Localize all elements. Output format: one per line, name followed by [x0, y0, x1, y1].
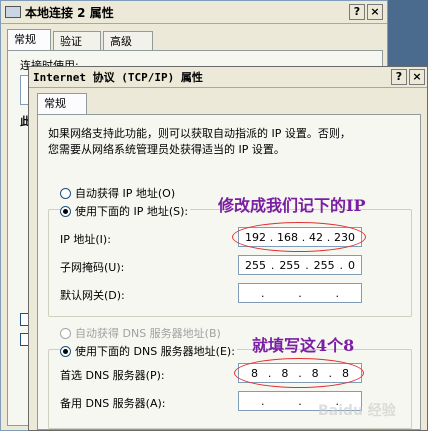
gateway-label: 默认网关(D): — [60, 289, 125, 302]
ip-annotation: 修改成我们记下的IP — [218, 196, 366, 215]
dns-annotation: 就填写这4个8 — [252, 336, 355, 355]
auto-dns-label: 自动获得 DNS 服务器地址(B) — [75, 327, 221, 340]
mask-octet-1: 255 — [245, 258, 266, 272]
subnet-mask-label: 子网掩码(U): — [60, 261, 125, 274]
manual-dns-option[interactable]: 使用下面的 DNS 服务器地址(E): — [60, 343, 237, 359]
manual-ip-label: 使用下面的 IP 地址(S): — [75, 205, 189, 218]
manual-dns-label: 使用下面的 DNS 服务器地址(E): — [75, 345, 235, 358]
baidu-watermark: Baidu 经验 — [318, 403, 396, 419]
mask-octet-2: 255 — [279, 258, 301, 272]
manual-dns-radio[interactable] — [60, 345, 71, 357]
ip-address-label: IP 地址(I): — [60, 233, 111, 246]
description-line-1: 如果网络支持此功能，则可以获取自动指派的 IP 设置。否则， — [48, 127, 351, 140]
manual-ip-radio[interactable] — [60, 205, 71, 217]
front-general-panel: 如果网络支持此功能，则可以获取自动指派的 IP 设置。否则， 您需要从网络系统管… — [37, 114, 421, 430]
ip-highlight-ellipse — [232, 222, 366, 252]
tab-general[interactable]: 常规 — [7, 29, 51, 51]
back-close-button[interactable]: × — [367, 4, 383, 20]
mask-octet-3: 255 — [313, 258, 335, 272]
front-window-title: Internet 协议 (TCP/IP) 属性 — [33, 71, 203, 84]
auto-dns-radio[interactable] — [60, 327, 71, 339]
gateway-input[interactable]: ... — [238, 283, 362, 303]
preferred-dns-label: 首选 DNS 服务器(P): — [60, 369, 165, 382]
front-close-button[interactable]: × — [409, 69, 425, 85]
tab-advanced[interactable]: 高级 — [103, 31, 153, 51]
tab-front-general[interactable]: 常规 — [37, 93, 87, 115]
auto-ip-label: 自动获得 IP 地址(O) — [75, 187, 176, 200]
tab-authentication[interactable]: 验证 — [53, 31, 101, 51]
manual-ip-option[interactable]: 使用下面的 IP 地址(S): — [60, 203, 191, 219]
auto-dns-option[interactable]: 自动获得 DNS 服务器地址(B) — [60, 325, 221, 341]
auto-ip-radio[interactable] — [60, 187, 71, 199]
back-window-title: 本地连接 2 属性 — [25, 5, 114, 20]
front-help-button[interactable]: ? — [391, 69, 407, 85]
back-window-titlebar[interactable]: 本地连接 2 属性 ? × — [1, 1, 387, 24]
auto-ip-option[interactable]: 自动获得 IP 地址(O) — [60, 185, 175, 201]
tcpip-properties-window: Internet 协议 (TCP/IP) 属性 ? × 常规 如果网络支持此功能… — [28, 66, 428, 431]
back-help-button[interactable]: ? — [349, 4, 365, 20]
network-icon — [5, 6, 21, 18]
dns-highlight-ellipse — [234, 358, 364, 388]
subnet-mask-input[interactable]: 255. 255. 255. 0 — [238, 255, 362, 275]
mask-octet-4: 0 — [347, 258, 355, 272]
front-window-titlebar[interactable]: Internet 协议 (TCP/IP) 属性 ? × — [29, 67, 427, 88]
description-line-2: 您需要从网络系统管理员处获得适当的 IP 设置。 — [48, 143, 285, 156]
alternate-dns-label: 备用 DNS 服务器(A): — [60, 397, 166, 410]
